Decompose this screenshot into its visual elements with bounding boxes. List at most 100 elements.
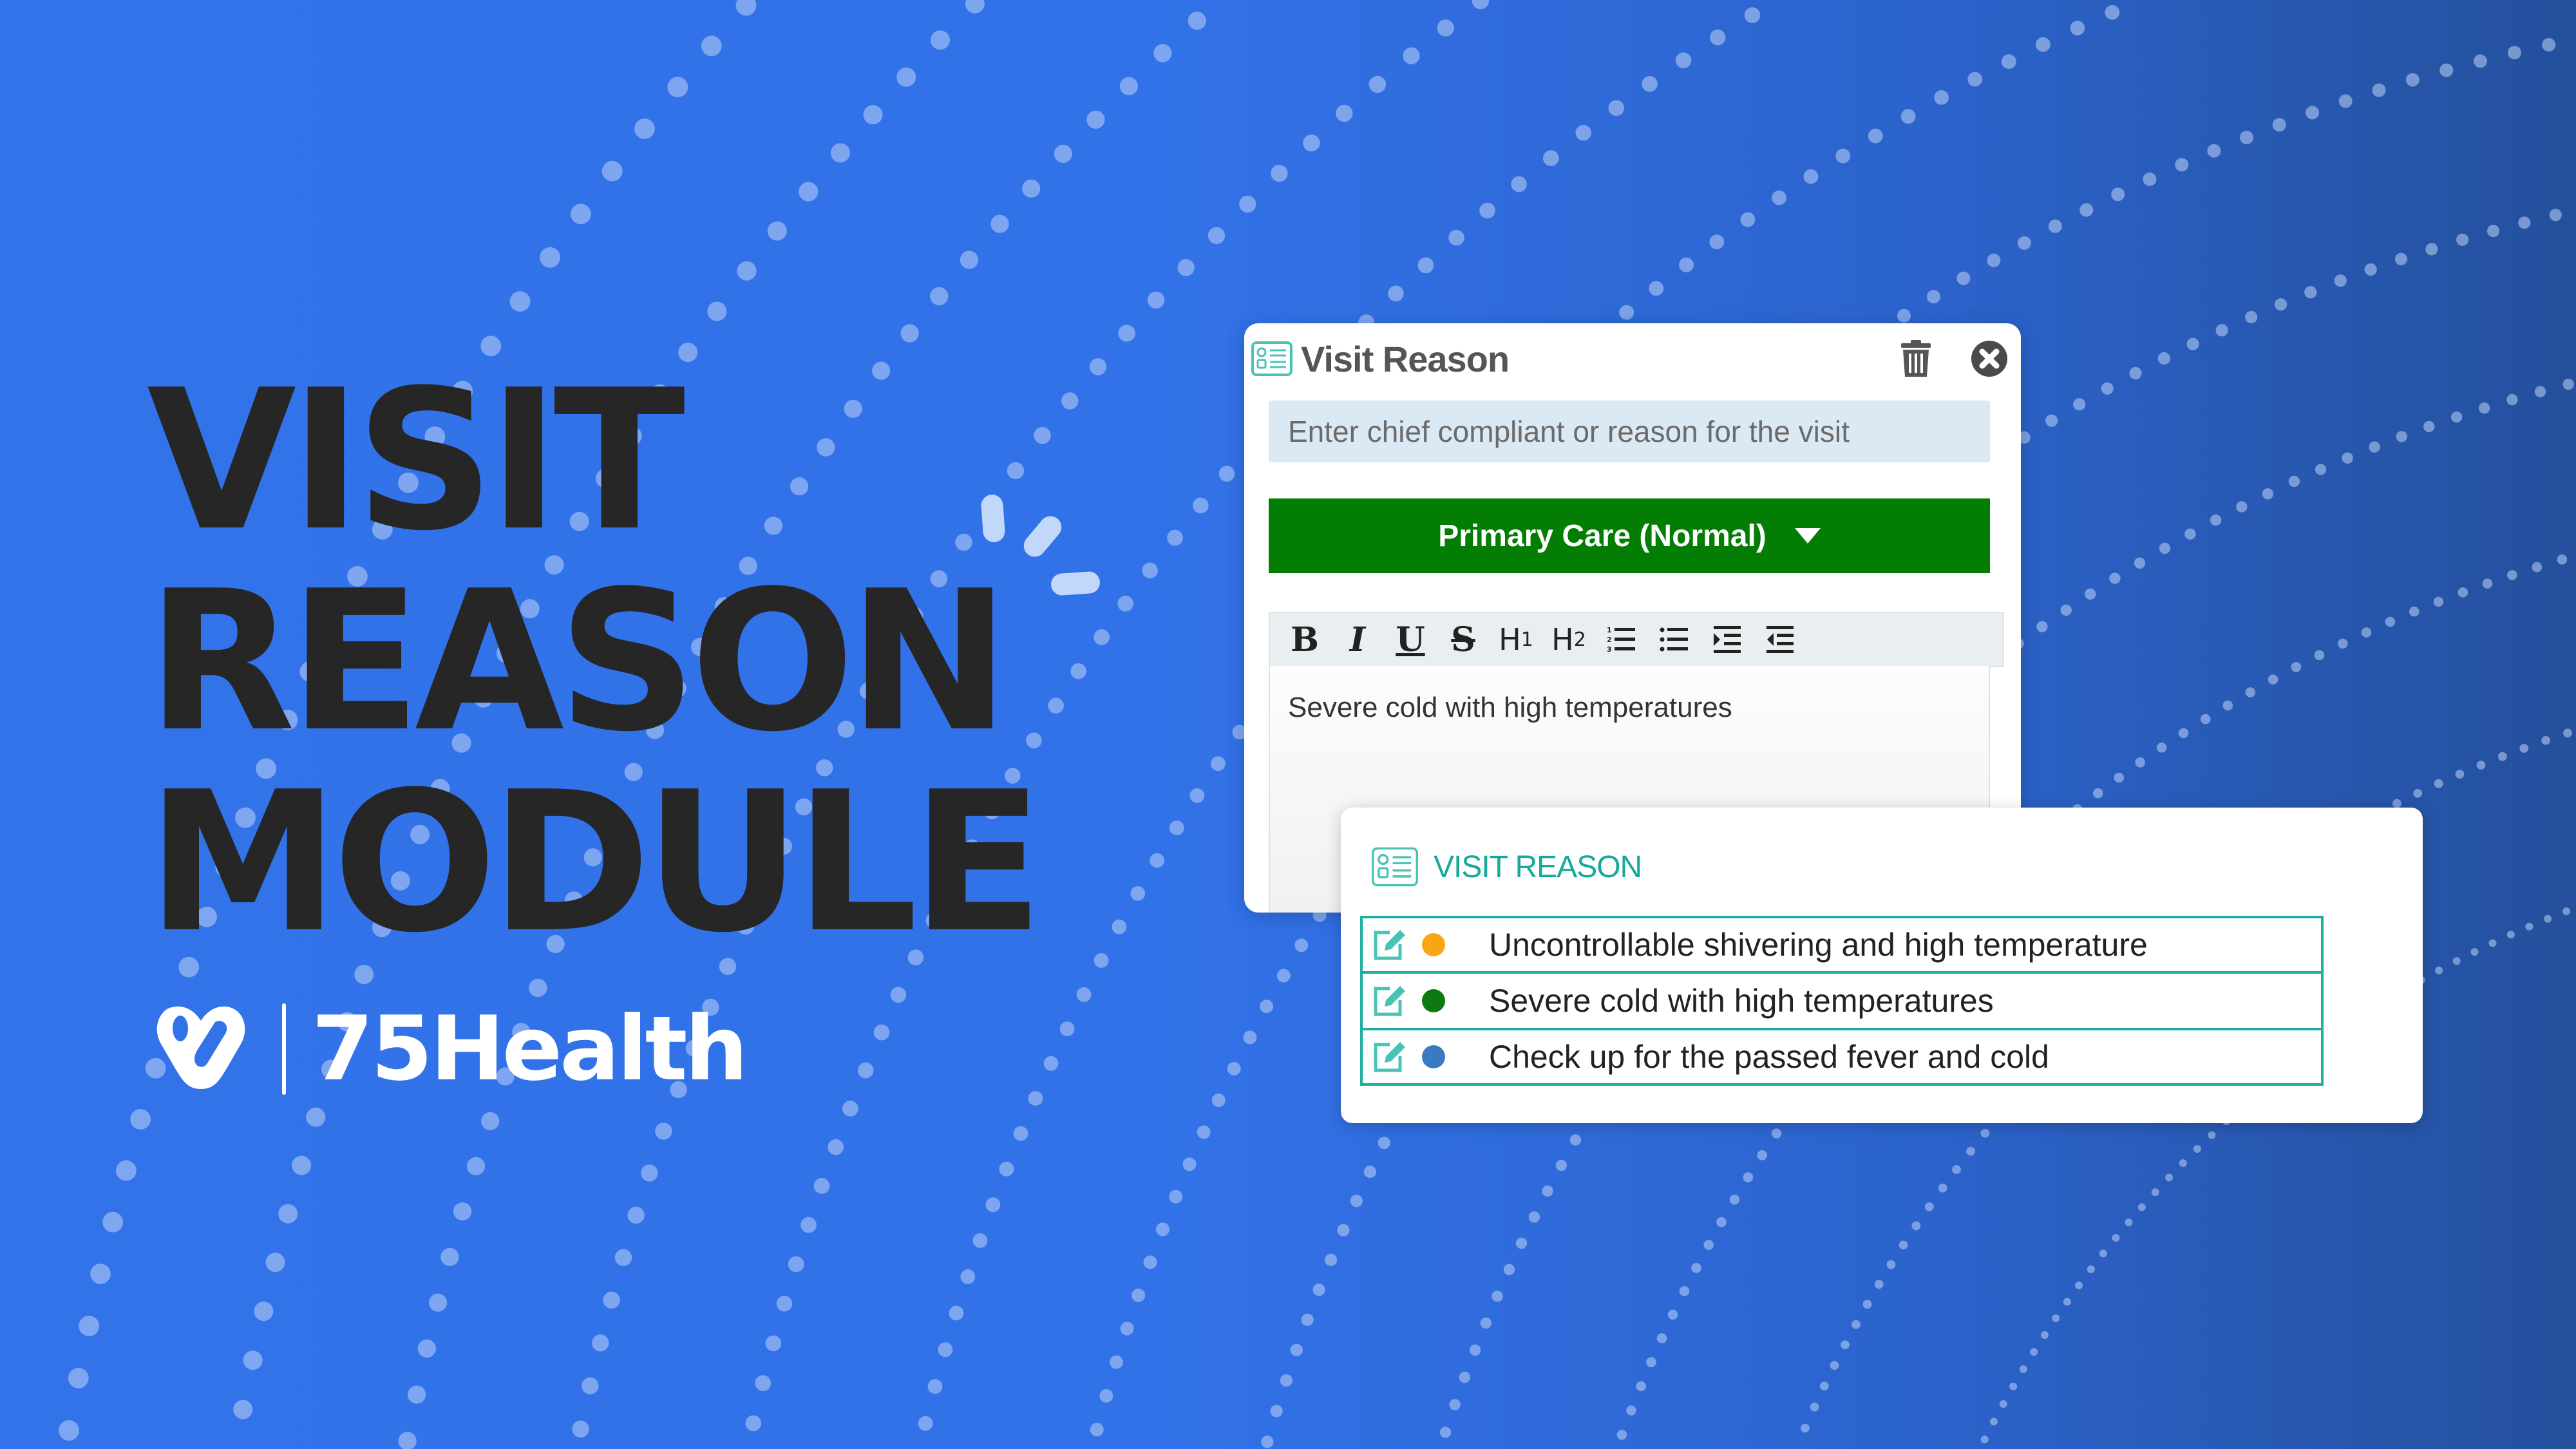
background-dot (1350, 1195, 1363, 1208)
background-dot (949, 1305, 964, 1321)
background-dot (1679, 257, 1694, 272)
background-dot (265, 1253, 285, 1273)
list-item[interactable]: Check up for the passed fever and cold (1360, 1029, 2324, 1086)
editor-content[interactable]: Severe cold with high temperatures (1288, 692, 1732, 724)
outdent-button[interactable] (1759, 620, 1801, 659)
background-dot (938, 1342, 953, 1358)
background-dot (1900, 109, 1916, 124)
background-dot (1569, 1134, 1582, 1146)
background-dot (1956, 271, 1971, 285)
background-dot (1368, 75, 1387, 93)
edit-icon[interactable] (1372, 927, 1406, 962)
background-dot (466, 1157, 486, 1175)
background-dot (2342, 452, 2353, 464)
background-dot (1938, 1183, 1947, 1193)
background-dot (1363, 1165, 1376, 1179)
background-dot (1271, 164, 1288, 182)
brand-logo: 75Health (149, 1003, 748, 1095)
background-dot (603, 1291, 620, 1309)
heading-1-icon: H (1499, 622, 1521, 657)
background-dot (2105, 5, 2120, 20)
background-dot (233, 1399, 253, 1419)
hero-title: VISIT REASON MODULE (147, 361, 1043, 963)
background-dot (918, 1416, 933, 1431)
background-dot (2458, 587, 2468, 598)
background-dot (2455, 770, 2465, 779)
background-dot (254, 1302, 274, 1321)
background-dot (999, 1161, 1014, 1177)
background-dot (2030, 1348, 2038, 1356)
indent-button[interactable] (1707, 620, 1748, 659)
background-dot (1153, 44, 1172, 62)
background-dot (1830, 1361, 1839, 1370)
background-dot (428, 1293, 448, 1312)
background-dot (2048, 219, 2062, 233)
background-dot (2334, 274, 2347, 287)
background-dot (641, 1164, 658, 1182)
bold-button[interactable]: B (1284, 620, 1325, 659)
italic-button[interactable]: I (1337, 620, 1378, 659)
status-dot (1422, 1045, 1445, 1068)
heading-1-button[interactable]: H1 (1495, 620, 1537, 659)
background-dot (1028, 1091, 1043, 1106)
underline-button[interactable]: U (1390, 620, 1431, 659)
background-dot (2518, 216, 2531, 229)
background-dot (90, 1264, 111, 1284)
background-dot (1048, 697, 1064, 714)
bold-icon: B (1291, 620, 1319, 659)
background-dot (2291, 662, 2302, 672)
background-dot (2534, 386, 2546, 397)
background-dot (1862, 1300, 1872, 1309)
background-dot (930, 287, 949, 306)
background-dot (701, 35, 722, 57)
visit-reason-input[interactable] (1269, 401, 1990, 462)
background-dot (1227, 1062, 1241, 1075)
svg-text:1: 1 (1607, 626, 1612, 634)
close-circle-icon[interactable] (1971, 340, 2008, 377)
list-item[interactable]: Severe cold with high temperatures (1360, 972, 2324, 1029)
edit-icon[interactable] (1372, 983, 1406, 1018)
background-dot (1667, 1309, 1678, 1320)
strikethrough-icon: S (1451, 620, 1475, 659)
background-dot (2134, 557, 2146, 569)
strikethrough-button[interactable]: S (1443, 620, 1484, 659)
background-dot (1868, 128, 1883, 144)
background-dot (990, 214, 1009, 233)
background-dot (634, 118, 655, 139)
background-dot (2385, 616, 2396, 627)
background-dot (2245, 310, 2258, 323)
background-dot (890, 987, 907, 1003)
edit-icon[interactable] (1372, 1039, 1406, 1074)
care-type-dropdown[interactable]: Primary Care (Normal) (1269, 498, 1990, 573)
background-dot (1260, 999, 1274, 1014)
background-dot (592, 1334, 609, 1352)
background-dot (2207, 144, 2221, 158)
background-dot (1716, 1217, 1727, 1227)
background-dot (1070, 663, 1086, 679)
bullet-list-button[interactable] (1654, 620, 1695, 659)
background-dot (1325, 1253, 1338, 1266)
background-dot (2036, 621, 2048, 632)
background-dot (1703, 1240, 1714, 1250)
caret-down-icon (1794, 528, 1821, 544)
background-dot (2557, 554, 2568, 565)
background-dot (927, 1379, 943, 1394)
background-dot (2215, 324, 2228, 337)
ordered-list-button[interactable]: 1 2 3 (1601, 620, 1642, 659)
background-dot (2470, 948, 2479, 956)
background-dot (1626, 1405, 1636, 1416)
background-dot (800, 1217, 817, 1233)
background-dot (1528, 1211, 1540, 1223)
background-dot (417, 1339, 437, 1358)
background-dot (1503, 1264, 1515, 1276)
background-dot (788, 1256, 804, 1273)
background-dot (2409, 606, 2420, 617)
dialog-title: Visit Reason (1301, 338, 1510, 379)
trash-icon[interactable] (1900, 339, 1932, 378)
background-dot (1013, 1126, 1028, 1141)
background-dot (2262, 488, 2274, 500)
heading-2-button[interactable]: H2 (1548, 620, 1589, 659)
list-item[interactable]: Uncontrollable shivering and high temper… (1360, 916, 2324, 972)
background-dot (755, 1375, 771, 1392)
background-dot (1874, 1280, 1884, 1289)
